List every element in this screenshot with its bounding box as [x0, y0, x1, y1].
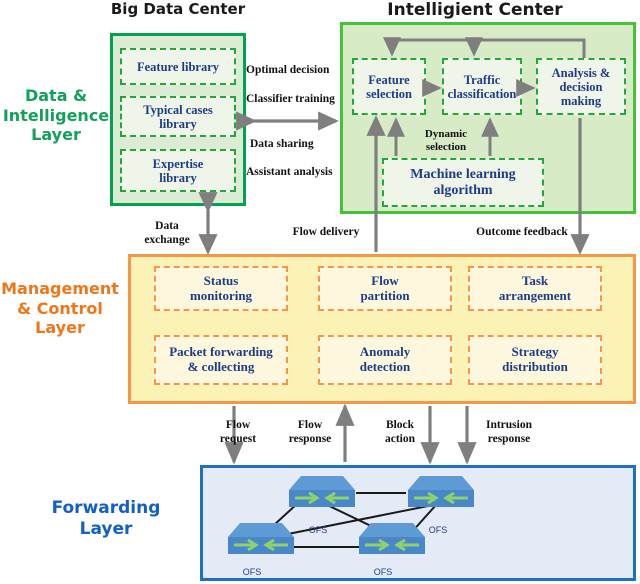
layer-label-forwarding: Forwarding Layer [51, 498, 161, 539]
label-data-exchange: Data exchange [144, 220, 190, 247]
node-anomaly-detection[interactable]: Anomaly detection [318, 335, 452, 385]
node-status-monitoring[interactable]: Status monitoring [154, 266, 288, 311]
label-flow-delivery: Flow delivery [292, 226, 360, 238]
label-data-sharing: Data sharing [250, 138, 314, 150]
label-outcome-feedback: Outcome feedback [476, 226, 568, 238]
label-block-action: Block action [384, 419, 416, 446]
node-machine-learning-algorithm[interactable]: Machine learning algorithm [382, 158, 544, 207]
label-intrusion-response: Intrusion response [485, 419, 533, 446]
ofs-label-top-left: OFS [308, 525, 328, 535]
node-analysis-decision-making[interactable]: Analysis & decision making [536, 58, 626, 115]
label-classifier-training: Classifier training [246, 93, 335, 105]
big-data-center-title: Big Data Center [110, 0, 246, 18]
node-typical-cases-library[interactable]: Typical cases library [120, 96, 236, 137]
node-task-arrangement[interactable]: Task arrangement [468, 266, 602, 311]
node-traffic-classification[interactable]: Traffic classification [442, 58, 522, 115]
ofs-label-bottom-right: OFS [373, 567, 393, 577]
label-assistant-analysis: Assistant analysis [246, 166, 333, 178]
layer-label-data-intelligence: Data & Intelligence Layer [2, 86, 110, 145]
node-packet-forwarding-collecting[interactable]: Packet forwarding & collecting [154, 335, 288, 385]
intelligent-center-title: Intelligient Center [387, 0, 563, 20]
diagram-canvas: Big Data Center Intelligient Center Data… [0, 0, 640, 584]
node-flow-partition[interactable]: Flow partition [318, 266, 452, 311]
node-feature-library[interactable]: Feature library [120, 48, 236, 85]
layer-label-management-control: Management & Control Layer [1, 279, 119, 338]
label-flow-request: Flow request [219, 419, 257, 446]
ofs-switch-icon-top-left[interactable] [285, 473, 359, 513]
node-feature-selection[interactable]: Feature selection [352, 58, 426, 115]
ofs-switch-icon-top-right[interactable] [404, 473, 478, 513]
label-flow-response: Flow response [288, 419, 332, 446]
label-dynamic-selection: Dynamic selection [424, 128, 468, 154]
label-optimal-decision: Optimal decision [246, 64, 330, 76]
node-expertise-library[interactable]: Expertise library [120, 149, 236, 192]
ofs-switch-icon-bottom-left[interactable] [224, 520, 298, 560]
ofs-label-top-right: OFS [428, 525, 448, 535]
ofs-label-bottom-left: OFS [242, 567, 262, 577]
node-strategy-distribution[interactable]: Strategy distribution [468, 335, 602, 385]
